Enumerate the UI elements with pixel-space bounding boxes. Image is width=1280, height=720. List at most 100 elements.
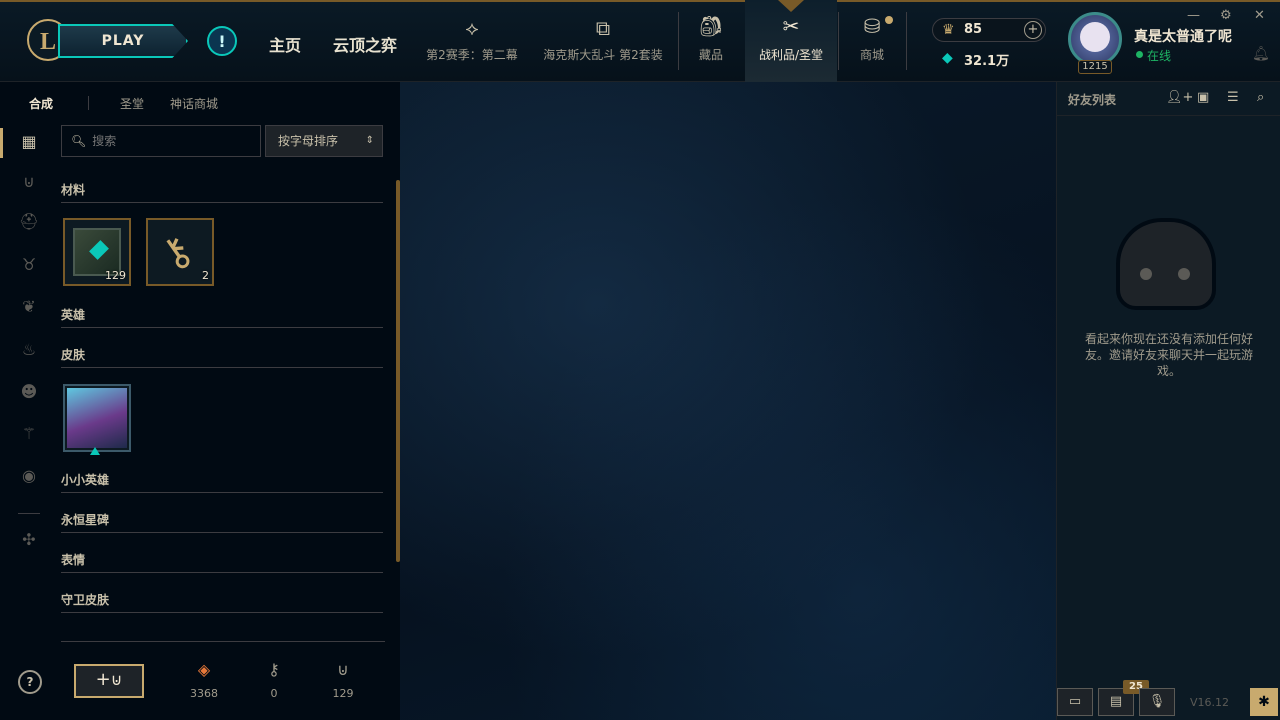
bug-report-icon[interactable]: ✱	[1250, 688, 1278, 716]
dice-icon: ⧉	[595, 16, 611, 40]
resource-keys: ⚷ 0	[254, 660, 294, 700]
nav-divider	[838, 12, 839, 70]
close-icon[interactable]: ✕	[1254, 8, 1265, 23]
grid-icon[interactable]: ▦	[18, 132, 40, 154]
profile-icon[interactable]: ◉	[18, 466, 40, 488]
list-icon[interactable]: ☰	[1227, 90, 1239, 105]
nav-store[interactable]: ⛁ 商城	[842, 14, 902, 63]
loot-scrollbar[interactable]	[396, 180, 400, 562]
nav-loot[interactable]: ✂ 战利品/圣堂	[755, 14, 827, 63]
section-emotes[interactable]: 表情	[61, 551, 383, 573]
category-rail: ▦ ⊍ ⛑ ♉ ❦ ♨ ☻ ⚚ ◉ ✣	[0, 122, 58, 720]
resource-chests: ⊍ 129	[323, 660, 363, 700]
sort-select[interactable]: 按字母排序 ⇕	[265, 125, 383, 157]
misc-icon[interactable]: ✣	[18, 530, 40, 552]
chest-icon[interactable]: ⊍	[18, 172, 40, 194]
username[interactable]: 真是太普通了呢	[1134, 26, 1232, 46]
sort-value: 按字母排序	[278, 134, 339, 148]
help-icon[interactable]: ?	[18, 670, 42, 694]
chevron-updown-icon: ⇕	[365, 135, 374, 146]
bottom-divider	[61, 641, 385, 642]
legend-icon[interactable]: ❦	[18, 297, 40, 319]
section-champions[interactable]: 英雄	[61, 306, 383, 328]
store-notification-dot	[885, 16, 893, 24]
nav-loot-label: 战利品/圣堂	[758, 48, 824, 62]
orange-essence-icon: ◈	[197, 660, 211, 679]
svg-text:L: L	[40, 29, 56, 55]
buy-rp-icon[interactable]: +	[1024, 21, 1042, 39]
nav-season-mode[interactable]: ⟡ 第2赛季：第二幕	[424, 16, 520, 63]
loot-key-tile[interactable]: ⚷ 2	[146, 218, 214, 286]
nav-divider	[906, 12, 907, 70]
key-count: 2	[202, 269, 209, 282]
nav-aram-label: 海克斯大乱斗 第2套装	[543, 48, 663, 62]
resource-essence: ◈ 3368	[184, 660, 224, 700]
play-button[interactable]: PLAY	[58, 24, 188, 58]
status-dot	[1136, 51, 1143, 58]
nav-collection[interactable]: 🎒︎ 藏品	[681, 14, 741, 63]
level-badge: 1215	[1078, 60, 1112, 74]
bag-icon: 🎒︎	[698, 14, 724, 38]
friends-panel	[1056, 82, 1280, 720]
chest-icon: ⊍	[337, 660, 349, 679]
rail-active-bar	[0, 128, 3, 158]
mask-icon[interactable]: ♉	[18, 255, 40, 277]
bell-icon[interactable]: 🔔︎	[1252, 46, 1270, 62]
version-label: V16.12	[1190, 696, 1230, 709]
alert-icon[interactable]: !	[207, 26, 237, 56]
ward-icon[interactable]: ⚚	[18, 424, 40, 446]
avatar-image	[1080, 22, 1110, 52]
nav-home[interactable]: 主页	[269, 32, 301, 56]
nav-tft[interactable]: 云顶之弈	[333, 32, 397, 56]
flame-icon[interactable]: ♨	[18, 340, 40, 362]
emote-icon[interactable]: ☻	[18, 382, 40, 404]
key-fragment-icon: ⚷	[268, 660, 280, 679]
craft-plus: +	[95, 669, 111, 690]
add-friend-icon[interactable]: 👤︎+	[1166, 90, 1193, 105]
section-skins[interactable]: 皮肤	[61, 346, 383, 368]
mic-button[interactable]: 🎙︎	[1139, 688, 1175, 716]
section-materials[interactable]: 材料	[61, 181, 383, 203]
chest-count: 129	[105, 269, 126, 282]
search-icon: 🔍︎	[71, 134, 87, 148]
rp-amount: 85	[964, 22, 983, 37]
section-eternals[interactable]: 永恒星碑	[61, 511, 383, 533]
loot-icon: ✂	[782, 14, 800, 38]
nav-collection-label: 藏品	[698, 48, 723, 62]
essence-count: 3368	[190, 687, 218, 700]
section-little-legends[interactable]: 小小英雄	[61, 471, 383, 493]
add-folder-icon[interactable]: ▣	[1197, 90, 1209, 105]
rp-icon: ♛	[942, 22, 955, 38]
status-text[interactable]: 在线	[1147, 47, 1171, 64]
tab-divider	[88, 96, 89, 110]
search-box[interactable]: 🔍︎	[61, 125, 261, 157]
coins-icon: ⛁	[863, 14, 881, 38]
loot-chest-tile[interactable]: 129	[63, 218, 131, 286]
friends-title: 好友列表	[1068, 93, 1117, 107]
gear-icon[interactable]: ⚙	[1220, 8, 1232, 23]
loot-skin-tile[interactable]	[63, 384, 131, 452]
craft-key-button[interactable]: +⊍	[74, 664, 144, 698]
cards-icon: ⟡	[465, 16, 479, 40]
nav-aram-mode[interactable]: ⧉ 海克斯大乱斗 第2套装	[540, 16, 666, 63]
section-ward-skins[interactable]: 守卫皮肤	[61, 591, 383, 613]
tab-sanctum[interactable]: 圣堂	[120, 95, 144, 112]
chat-button[interactable]: ▭	[1057, 688, 1093, 716]
chest-icon: ⊍	[110, 670, 123, 689]
helmet-icon[interactable]: ⛑	[18, 212, 40, 234]
skin-rarity-icon	[90, 447, 100, 455]
search-input[interactable]	[92, 134, 253, 148]
friends-divider	[1056, 115, 1280, 116]
friends-empty-text: 看起来你现在还没有添加任何好友。邀请好友来聊天并一起玩游戏。	[1084, 332, 1253, 378]
key-fragment-count: 0	[270, 687, 278, 700]
subtabs: 合成 圣堂 神话商城	[0, 82, 400, 122]
minimize-icon[interactable]: —	[1187, 8, 1200, 23]
search-icon[interactable]: ⌕	[1257, 90, 1264, 105]
tab-crafting[interactable]: 合成	[29, 95, 53, 112]
tab-mythic-shop[interactable]: 神话商城	[170, 95, 218, 112]
key-icon: ⚷	[151, 225, 202, 281]
poro-icon	[1116, 218, 1216, 310]
be-amount: 32.1万	[964, 54, 1010, 69]
main-background	[400, 82, 1056, 720]
top-accent-line	[0, 0, 1280, 2]
